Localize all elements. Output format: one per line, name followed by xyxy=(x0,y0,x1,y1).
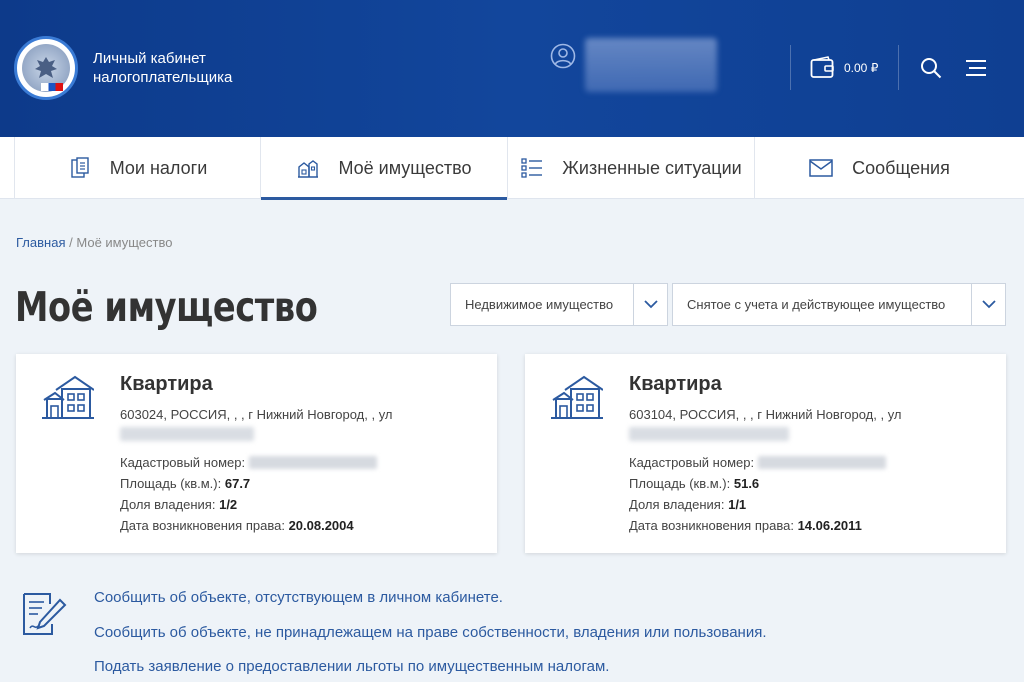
property-status-dropdown-button[interactable] xyxy=(971,284,1005,325)
address-redacted xyxy=(120,427,254,441)
fns-emblem-logo[interactable] xyxy=(14,36,78,100)
area-label: Площадь (кв.м.): xyxy=(120,476,222,491)
card-address: 603104, РОССИЯ, , , г Нижний Новгород, ,… xyxy=(629,407,902,422)
card-date-row: Дата возникновения права: 14.06.2011 xyxy=(629,518,862,533)
report-missing-object-link[interactable]: Сообщить об объекте, отсутствующем в лич… xyxy=(94,589,503,606)
card-area-row: Площадь (кв.м.): 67.7 xyxy=(120,476,250,491)
nav-tab-messages[interactable]: Сообщения xyxy=(755,137,1003,199)
card-title: Квартира xyxy=(120,373,213,395)
breadcrumb-home-link[interactable]: Главная xyxy=(16,235,65,250)
cadastral-label: Кадастровый номер: xyxy=(120,455,246,470)
nav-tab-label: Сообщения xyxy=(852,157,950,178)
share-value: 1/1 xyxy=(728,497,747,512)
cadastral-number-redacted xyxy=(249,456,378,469)
breadcrumb-current: Моё имущество xyxy=(76,235,173,250)
area-value: 51.6 xyxy=(733,476,760,491)
property-type-select[interactable]: Недвижимое имущество xyxy=(450,283,668,326)
header-divider xyxy=(790,45,791,90)
property-status-text: Снятое с учета и действующее имущество xyxy=(687,297,946,312)
area-value: 67.7 xyxy=(224,476,251,491)
brand-line-1: Личный кабинет xyxy=(93,50,206,67)
brand-line-2: налогоплательщика xyxy=(93,69,233,86)
nav-tab-label: Мои налоги xyxy=(109,157,208,178)
property-status-value: Снятое с учета и действующее имущество xyxy=(673,284,971,325)
user-name-redacted[interactable] xyxy=(585,38,717,92)
balance-amount[interactable]: 0.00 ₽ xyxy=(844,61,878,75)
card-date-row: Дата возникновения права: 20.08.2004 xyxy=(120,518,354,533)
property-card[interactable]: Квартира 603024, РОССИЯ, , , г Нижний Но… xyxy=(16,354,497,553)
nav-tab-label: Жизненные ситуации xyxy=(562,157,742,178)
report-not-owned-object-link[interactable]: Сообщить об объекте, не принадлежащем на… xyxy=(94,624,767,641)
envelope-icon xyxy=(809,159,833,177)
card-share-row: Доля владения: 1/1 xyxy=(629,497,746,512)
flag-stripe xyxy=(41,83,63,91)
apply-tax-benefit-link[interactable]: Подать заявление о предоставлении льготы… xyxy=(94,658,609,675)
document-edit-icon xyxy=(23,593,67,635)
property-type-value: Недвижимое имущество xyxy=(451,284,633,325)
nav-tab-life-situations[interactable]: Жизненные ситуации xyxy=(508,137,755,199)
user-icon[interactable] xyxy=(550,43,576,69)
header-divider xyxy=(898,45,899,90)
property-card[interactable]: Квартира 603104, РОССИЯ, , , г Нижний Но… xyxy=(525,354,1006,553)
cadastral-number-redacted xyxy=(758,456,887,469)
apartment-building-icon xyxy=(551,375,603,419)
cadastral-label: Кадастровый номер: xyxy=(629,455,755,470)
tax-document-icon xyxy=(71,157,89,178)
page-title: Моё имущество xyxy=(15,283,318,331)
address-redacted xyxy=(629,427,789,441)
list-icon xyxy=(521,158,543,178)
date-value: 14.06.2011 xyxy=(797,518,862,533)
nav-tab-label: Моё имущество xyxy=(338,157,472,178)
breadcrumb-separator: / xyxy=(69,235,73,250)
property-type-text: Недвижимое имущество xyxy=(465,297,614,312)
share-value: 1/2 xyxy=(219,497,238,512)
date-label: Дата возникновения права: xyxy=(120,518,285,533)
date-value: 20.08.2004 xyxy=(288,518,354,533)
share-label: Доля владения: xyxy=(120,497,216,512)
nav-tab-my-taxes[interactable]: Мои налоги xyxy=(14,137,261,199)
wallet-icon[interactable] xyxy=(810,56,836,80)
card-cadastral-row: Кадастровый номер: xyxy=(120,455,378,470)
card-share-row: Доля владения: 1/2 xyxy=(120,497,237,512)
search-icon[interactable] xyxy=(920,57,942,79)
hamburger-menu-icon[interactable] xyxy=(965,58,987,78)
chevron-down-icon xyxy=(643,300,658,309)
date-label: Дата возникновения права: xyxy=(629,518,794,533)
nav-tab-my-property[interactable]: Моё имущество xyxy=(261,137,508,200)
share-label: Доля владения: xyxy=(629,497,725,512)
breadcrumb: Главная / Моё имущество xyxy=(16,235,172,250)
property-type-dropdown-button[interactable] xyxy=(633,284,667,325)
header: Личный кабинет налогоплательщика 0.00 ₽ xyxy=(0,0,1024,137)
area-label: Площадь (кв.м.): xyxy=(629,476,731,491)
main-nav: Мои налоги Моё имущество Жизненные ситуа… xyxy=(0,137,1024,200)
card-address: 603024, РОССИЯ, , , г Нижний Новгород, ,… xyxy=(120,407,393,422)
property-status-select[interactable]: Снятое с учета и действующее имущество xyxy=(672,283,1006,326)
chevron-down-icon xyxy=(981,300,996,309)
card-title: Квартира xyxy=(629,373,722,395)
card-area-row: Площадь (кв.м.): 51.6 xyxy=(629,476,759,491)
property-icon xyxy=(298,160,319,178)
card-cadastral-row: Кадастровый номер: xyxy=(629,455,887,470)
apartment-building-icon xyxy=(42,375,94,419)
brand-title[interactable]: Личный кабинет налогоплательщика xyxy=(93,49,232,87)
